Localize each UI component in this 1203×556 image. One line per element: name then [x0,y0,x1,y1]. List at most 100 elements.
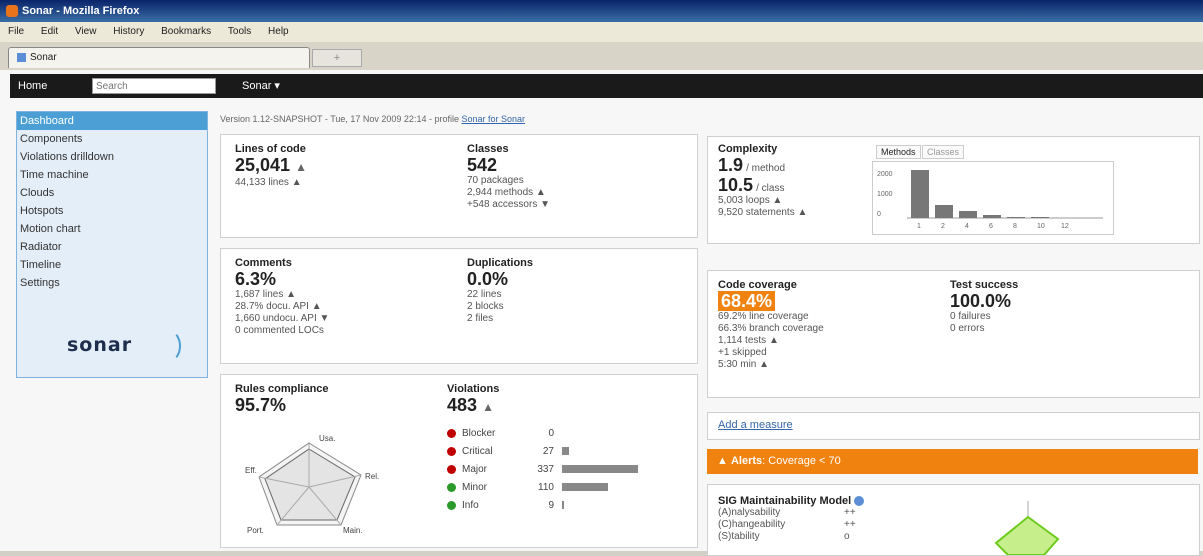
severity-info-icon [447,500,456,510]
sidebar-item-radiator[interactable]: Radiator [17,238,207,256]
sonar-navbar: Home Sonar ▾ [10,74,1203,98]
complexity-bar[interactable] [959,211,977,218]
coverage-label: Code coverage [718,279,797,291]
rules-widget: Rules compliance 95.7% Usa. Eff. Rel. Po… [220,374,698,548]
violation-bar [562,501,564,510]
sidebar-item-components[interactable]: Components [17,130,207,148]
search-input[interactable] [92,78,216,94]
complexity-bar[interactable] [983,215,1001,218]
info-icon[interactable] [854,496,865,507]
severity-major-icon [447,464,456,474]
sidebar: Dashboard Components Violations drilldow… [16,111,208,378]
logo-arc-icon [157,330,181,362]
home-link[interactable]: Home [18,74,47,98]
complexity-distribution-chart: 2000100001 2 4 6 8 10 12 [872,161,1114,235]
coverage-value[interactable]: 68.4% [718,291,776,311]
accessors-count: +548 accessors ▼ [467,199,550,210]
version-text: Version 1.12-SNAPSHOT - Tue, 17 Nov 2009… [220,114,459,124]
violation-severity-label: Minor [462,482,488,493]
profile-link[interactable]: Sonar for Sonar [461,114,525,124]
violation-bar [562,447,569,456]
alert-label: Alerts [730,455,763,467]
sidebar-item-settings[interactable]: Settings [17,274,207,292]
radar-label-main: Main. [343,526,363,535]
sig-stability: (S)tability [718,531,760,542]
sonar-logo-text: sonar [67,334,133,356]
sidebar-item-dashboard[interactable]: Dashboard [17,112,207,130]
sidebar-item-clouds[interactable]: Clouds [17,184,207,202]
tab-methods[interactable]: Methods [876,145,921,159]
violation-row-minor[interactable]: Minor 110 [447,481,687,495]
complexity-label: Complexity [718,143,778,155]
window-title: Sonar - Mozilla Firefox [22,5,140,17]
menu-bookmarks[interactable]: Bookmarks [161,26,211,37]
statements-count: 9,520 statements ▲ [718,207,808,218]
favicon-icon [17,52,26,62]
loc-value[interactable]: 25,041 [235,155,290,175]
complexity-bar[interactable] [935,205,953,218]
loc-lines: 44,133 lines ▲ [235,177,302,188]
complexity-per-class[interactable]: 10.5 [718,175,753,195]
browser-tab-label: Sonar [30,52,57,63]
complexity-per-method[interactable]: 1.9 [718,155,743,175]
size-widget: Lines of code 25,041 ▲ 44,133 lines ▲ Cl… [220,134,698,238]
sidebar-item-violations-drilldown[interactable]: Violations drilldown [17,148,207,166]
comments-label: Comments [235,257,292,269]
add-measure-box: Add a measure [707,412,1200,440]
complexity-bar[interactable] [1007,217,1025,218]
coverage-widget: Code coverage 68.4% 69.2% line coverage … [707,270,1200,398]
menu-help[interactable]: Help [268,26,289,37]
tests-value[interactable]: 100.0% [950,291,1018,311]
loc-label: Lines of code [235,143,306,155]
menu-file[interactable]: File [8,26,24,37]
skipped-count: +1 skipped [718,347,767,358]
sidebar-item-motion-chart[interactable]: Motion chart [17,220,207,238]
complexity-bar[interactable] [1031,217,1049,218]
menu-history[interactable]: History [113,26,144,37]
violation-row-info[interactable]: Info 9 [447,499,687,513]
violation-row-major[interactable]: Major 337 [447,463,687,477]
rules-value[interactable]: 95.7% [235,395,329,415]
add-measure-link[interactable]: Add a measure [718,419,793,431]
tests-count: 1,114 tests ▲ [718,335,779,346]
violation-row-blocker[interactable]: Blocker 0 [447,427,687,441]
sig-widget: SIG Maintainability Model (A)nalysabilit… [707,484,1200,556]
chart-x-tick-label: 1 [917,223,921,230]
sonar-logo: sonar [67,330,181,362]
menu-tools[interactable]: Tools [228,26,251,37]
window-titlebar: Sonar - Mozilla Firefox [0,0,1203,22]
duplications-label: Duplications [467,257,534,269]
complexity-bar[interactable] [911,170,929,218]
violation-count: 9 [548,500,554,511]
menu-edit[interactable]: Edit [41,26,58,37]
failures-count: 0 failures [950,311,991,322]
chart-x-tick-label: 2 [941,223,945,230]
classes-value[interactable]: 542 [467,155,550,175]
duplications-value[interactable]: 0.0% [467,269,533,289]
violations-value[interactable]: 483 [447,395,477,415]
sig-changeability-score: ++ [844,519,856,530]
sidebar-item-time-machine[interactable]: Time machine [17,166,207,184]
violation-row-critical[interactable]: Critical 27 [447,445,687,459]
menu-view[interactable]: View [75,26,97,37]
sidebar-item-hotspots[interactable]: Hotspots [17,202,207,220]
alert-text: : Coverage < 70 [762,455,841,467]
project-selector[interactable]: Sonar ▾ [242,74,280,98]
violation-severity-label: Critical [462,446,493,457]
comments-value[interactable]: 6.3% [235,269,329,289]
violation-severity-label: Blocker [462,428,496,439]
sig-label: SIG Maintainability Model [718,495,852,507]
per-class-unit: / class [756,183,785,194]
new-tab-button[interactable]: + [312,49,362,67]
violation-count: 0 [548,428,554,439]
commented-locs: 0 commented LOCs [235,325,324,336]
chart-x-tick-label: 4 [965,223,969,230]
line-coverage: 69.2% line coverage [718,311,809,322]
radar-label-rel: Rel. [365,472,379,481]
tab-classes[interactable]: Classes [922,145,965,159]
chart-y-tick-label: 1000 [877,191,893,198]
sidebar-item-timeline[interactable]: Timeline [17,256,207,274]
per-method-unit: / method [746,163,786,174]
browser-tab[interactable]: Sonar [8,47,310,68]
sig-analysability: (A)nalysability [718,507,781,518]
